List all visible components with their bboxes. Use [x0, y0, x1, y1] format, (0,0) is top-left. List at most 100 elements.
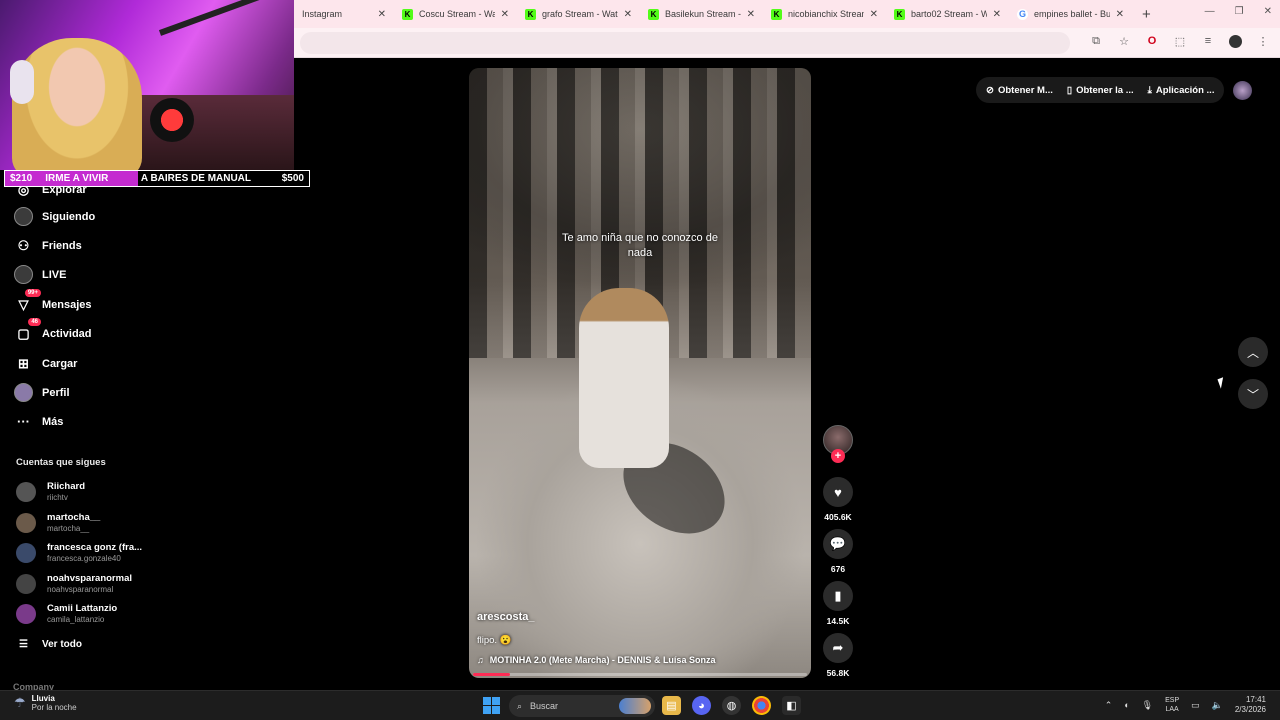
video-music[interactable]: ♫ MOTINHA 2.0 (Mete Marcha) - DENNIS & L…	[477, 655, 715, 665]
kick-icon: K	[771, 8, 782, 20]
tab-title: empines ballet - Busc	[1034, 9, 1110, 19]
save-action[interactable]: ▮ 14.5K	[820, 581, 856, 626]
maximize-icon[interactable]: ❐	[1235, 6, 1244, 17]
network-icon[interactable]: ◐	[1124, 700, 1129, 710]
following-account[interactable]: martocha__ martocha__	[16, 512, 100, 533]
following-account[interactable]: Riichard riichtv	[16, 481, 85, 502]
browser-tab[interactable]: Gempines ballet - Busc ✕	[1009, 0, 1132, 28]
close-icon[interactable]: ✕	[378, 9, 386, 20]
close-icon[interactable]: ✕	[870, 9, 878, 20]
share-count: 56.8K	[826, 668, 850, 678]
music-note-icon: ♫	[477, 655, 484, 665]
sidebar-item-siguiendo[interactable]: Siguiendo	[14, 207, 95, 226]
discord-icon[interactable]: ◕	[692, 696, 711, 715]
sidebar-item-perfil[interactable]: Perfil	[14, 383, 70, 402]
following-account[interactable]: Camii Lattanzio camila_lattanzio	[16, 603, 117, 624]
monitor-icon[interactable]: ▭	[1191, 700, 1200, 711]
bookmark-icon[interactable]: ▮	[823, 581, 853, 611]
desktop-app-button[interactable]: ⤓ Aplicación ...	[1148, 85, 1215, 96]
previous-video-button[interactable]: ︿	[1238, 337, 1268, 367]
get-app-button[interactable]: ▯ Obtener la ...	[1067, 85, 1134, 96]
chevron-up-tray-icon[interactable]: ⌃	[1105, 700, 1113, 711]
video-author[interactable]: arescosta_	[477, 611, 535, 623]
browser-tab[interactable]: Kgrafo Stream - Watch ✕	[517, 0, 640, 28]
mic-arm	[158, 0, 284, 36]
weather-subtitle: Por la noche	[31, 703, 77, 712]
browser-tab[interactable]: Knicobianchix Stream ✕	[763, 0, 886, 28]
like-count: 405.6K	[824, 512, 852, 522]
app-icon[interactable]: ◧	[782, 696, 801, 715]
sidebar-item-mensajes[interactable]: ▽ 99+ Mensajes	[14, 289, 92, 314]
microphone-icon[interactable]: 🎙	[1142, 700, 1153, 711]
extensions-icon[interactable]: ⬚	[1173, 34, 1187, 48]
close-icon[interactable]: ✕	[993, 9, 1001, 20]
comment-icon[interactable]: 💬	[823, 529, 853, 559]
webcam-overlay	[0, 0, 294, 170]
cast-icon[interactable]: ⧉	[1089, 34, 1103, 48]
profile-icon	[14, 383, 33, 402]
volume-icon[interactable]: 🔈	[1212, 700, 1223, 711]
close-window-icon[interactable]: ✕	[1264, 6, 1272, 17]
minimize-icon[interactable]: —	[1205, 6, 1215, 17]
sidebar-item-label: Actividad	[42, 327, 92, 340]
close-icon[interactable]: ✕	[747, 9, 755, 20]
browser-tab[interactable]: Instagram ✕	[294, 0, 394, 28]
taskbar-search[interactable]: ⌕ Buscar	[509, 695, 655, 717]
new-tab-button[interactable]: +	[1132, 6, 1161, 23]
sidebar-item-label: Mensajes	[42, 298, 92, 311]
see-all-link[interactable]: ☰ Ver todo	[19, 639, 82, 650]
following-account[interactable]: noahvsparanormal noahvsparanormal	[16, 573, 132, 594]
address-bar[interactable]	[300, 32, 1070, 54]
clock[interactable]: 17:41 2/3/2026	[1235, 695, 1266, 715]
obs-icon[interactable]: ◍	[722, 696, 741, 715]
profile-avatar-icon[interactable]	[1229, 34, 1242, 48]
video-progress-bar[interactable]	[473, 673, 807, 676]
coin-icon: ⊘	[986, 84, 994, 96]
clock-time: 17:41	[1245, 695, 1266, 704]
sidebar-item-label: Cargar	[42, 357, 78, 370]
file-explorer-icon[interactable]: ▤	[662, 696, 681, 715]
next-video-button[interactable]: ﹀	[1238, 379, 1268, 409]
sidebar-item-mas[interactable]: ··· Más	[14, 412, 63, 431]
close-icon[interactable]: ✕	[501, 9, 509, 20]
close-icon[interactable]: ✕	[1116, 9, 1124, 20]
opera-extension-icon[interactable]: O	[1145, 34, 1159, 48]
windows-start-icon[interactable]	[483, 697, 500, 714]
video-player[interactable]: Te amo niña que no conozco de nada aresc…	[469, 68, 811, 678]
video-description: flipo. 😮	[477, 635, 512, 646]
weather-widget[interactable]: ☂ Lluvia Por la noche	[14, 694, 77, 712]
get-app-label: Obtener la ...	[1076, 84, 1134, 96]
sidebar-item-cargar[interactable]: ⊞ Cargar	[14, 354, 77, 373]
heart-icon[interactable]: ♥	[823, 477, 853, 507]
close-icon[interactable]: ✕	[624, 9, 632, 20]
headset	[10, 60, 34, 104]
follow-plus-icon[interactable]: +	[831, 449, 845, 463]
sidebar-item-friends[interactable]: ⚇ Friends	[14, 236, 82, 255]
reading-list-icon[interactable]: ≡	[1201, 34, 1215, 48]
browser-tab[interactable]: K Basilekun Stream - W ✕	[640, 0, 763, 28]
friends-icon: ⚇	[17, 237, 30, 253]
comment-action[interactable]: 💬 676	[820, 529, 856, 574]
user-avatar[interactable]	[1233, 81, 1252, 100]
get-coins-button[interactable]: ⊘ Obtener M...	[986, 85, 1053, 96]
search-icon: ⌕	[517, 700, 523, 711]
chrome-icon[interactable]	[752, 696, 771, 715]
tab-title: barto02 Stream - Wa	[911, 9, 987, 19]
browser-tab[interactable]: Kbarto02 Stream - Wa ✕	[886, 0, 1009, 28]
following-account[interactable]: francesca gonz (fra... francesca.gonzale4…	[16, 542, 142, 563]
language-indicator[interactable]: ESP LAA	[1165, 696, 1179, 714]
share-icon[interactable]: ➦	[823, 633, 853, 663]
account-name: Camii Lattanzio	[47, 603, 118, 614]
video-dancer	[579, 288, 669, 468]
goal-bar: IRME A VIVIR A BAIRES DE MANUAL	[37, 171, 277, 186]
browser-tab[interactable]: K Coscu Stream - Watch ✕	[394, 0, 517, 28]
bookmark-star-icon[interactable]: ☆	[1117, 34, 1131, 48]
avatar	[16, 573, 36, 594]
sidebar-item-actividad[interactable]: ▢ 46 Actividad	[14, 318, 92, 343]
share-action[interactable]: ➦ 56.8K	[820, 633, 856, 678]
following-section-title: Cuentas que sigues	[16, 457, 106, 468]
video-caption: Te amo niña que no conozco de nada	[562, 232, 718, 259]
like-action[interactable]: ♥ 405.6K	[820, 477, 856, 522]
menu-icon[interactable]: ⋮	[1256, 34, 1270, 48]
sidebar-item-live[interactable]: LIVE	[14, 265, 66, 284]
